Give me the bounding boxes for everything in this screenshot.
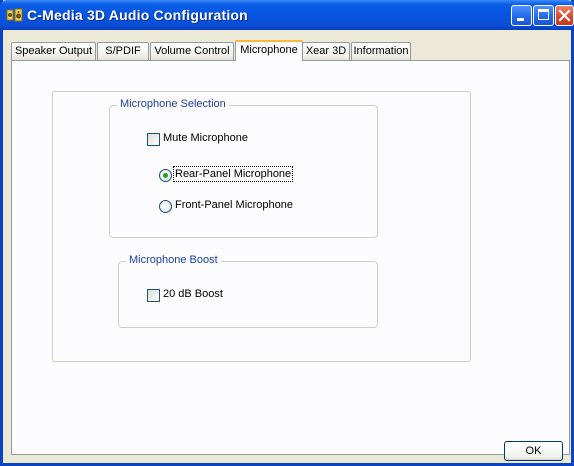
maximize-icon [538,9,549,20]
front-panel-microphone-label[interactable]: Front-Panel Microphone [175,199,293,211]
close-button[interactable] [555,5,574,26]
window-title: C-Media 3D Audio Configuration [27,7,248,23]
front-panel-microphone-radio[interactable] [159,200,172,213]
tab-information[interactable]: Information [351,42,411,60]
close-icon [558,9,571,22]
tab-speaker-output[interactable]: Speaker Output [11,42,96,60]
minimize-button[interactable] [511,5,532,26]
mute-microphone-checkbox[interactable] [147,133,160,146]
tab-volume-control[interactable]: Volume Control [150,42,234,60]
20db-boost-checkbox[interactable] [147,289,160,302]
20db-boost-label[interactable]: 20 dB Boost [163,288,223,300]
microphone-boost-legend: Microphone Boost [126,254,221,266]
tab-spdif[interactable]: S/PDIF [97,42,149,60]
ok-button[interactable]: OK [504,441,563,461]
mute-microphone-label[interactable]: Mute Microphone [163,132,248,144]
tab-microphone[interactable]: Microphone [235,40,303,61]
speaker-app-icon [6,8,23,22]
rear-panel-microphone-label[interactable]: Rear-Panel Microphone [172,166,294,182]
maximize-button[interactable] [533,5,554,26]
microphone-selection-legend: Microphone Selection [117,98,229,110]
rear-panel-microphone-radio[interactable] [159,169,172,182]
title-bar[interactable]: C-Media 3D Audio Configuration [0,0,574,30]
tab-xear-3d[interactable]: Xear 3D [302,42,350,60]
app-window: C-Media 3D Audio Configuration Speaker O… [0,0,574,466]
minimize-icon [517,18,524,21]
microphone-tab-panel: Microphone Selection Mute Microphone Rea… [11,60,570,455]
